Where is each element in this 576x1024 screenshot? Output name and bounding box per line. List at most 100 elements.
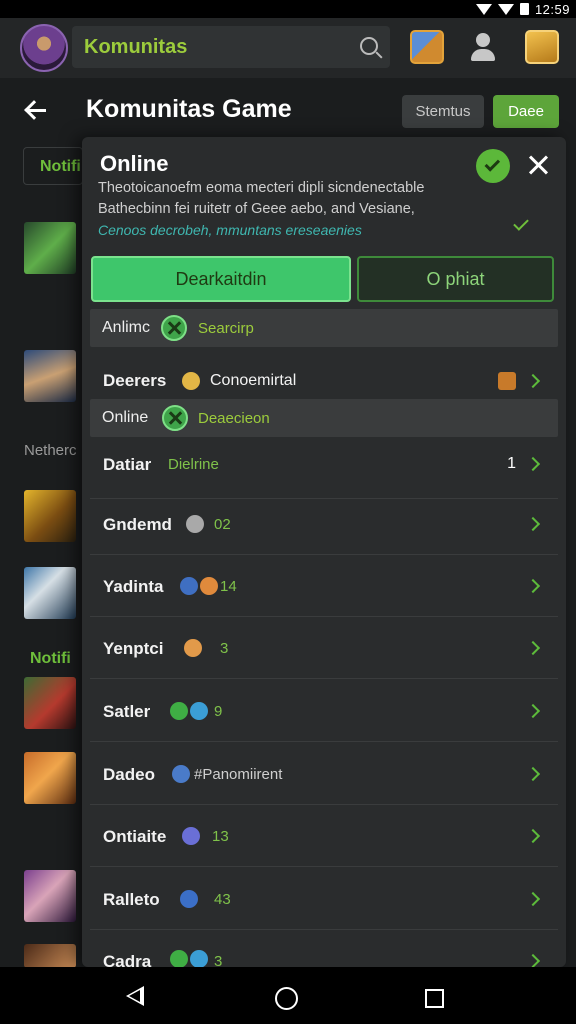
row-label: Gndemd — [103, 515, 172, 534]
row-value: 02 — [214, 516, 231, 533]
row-value: Dielrine — [168, 456, 219, 473]
emoji-icon — [182, 372, 200, 390]
status-bar: 12:59 — [0, 0, 576, 18]
row-icons — [182, 372, 200, 390]
panel-description-line-1: Theotoicanoefm eoma mecteri dipli sicnde… — [98, 180, 425, 196]
row-value: #Panomiirent — [194, 766, 283, 783]
search-icon[interactable] — [360, 37, 378, 55]
check-icon — [513, 215, 529, 231]
dragon-icon — [180, 890, 198, 908]
chevron-right-icon — [525, 703, 541, 719]
row-label: Satler — [103, 702, 151, 721]
row-label: Deerers — [103, 371, 167, 390]
panel-description-line-3[interactable]: Cenoos decrobeh, mmuntans ereseaenies — [98, 222, 362, 238]
page-title: Komunitas Game — [86, 95, 292, 123]
hero-icon — [172, 765, 190, 783]
chevron-right-icon — [525, 891, 541, 907]
feed-section-label: Netherc — [24, 442, 77, 459]
feed-thumbnail[interactable] — [24, 350, 76, 402]
item-icon — [498, 372, 516, 390]
list-item[interactable]: Ralleto 43 — [90, 868, 558, 930]
row-label: Datiar — [103, 455, 152, 474]
coin-icon — [186, 515, 204, 533]
section-header[interactable]: Online Deaecieon — [90, 399, 558, 437]
row-count: 1 — [507, 455, 516, 472]
online-status-icon — [476, 149, 510, 183]
search-bar[interactable]: Komunitas — [72, 26, 390, 68]
shield-icon — [190, 702, 208, 720]
nav-back-icon[interactable] — [126, 986, 144, 1006]
row-icons — [180, 577, 218, 595]
row-value: 3 — [214, 953, 223, 967]
panel-title: Online — [100, 151, 169, 176]
tab-left[interactable]: Dearkaitdin — [91, 256, 351, 302]
section-label: Online — [102, 409, 149, 426]
row-value: 13 — [212, 828, 229, 845]
row-icons — [170, 950, 208, 967]
close-icon[interactable] — [526, 153, 550, 177]
feed-thumbnail[interactable] — [24, 752, 76, 804]
close-badge-icon — [161, 315, 187, 341]
feed-thumbnail[interactable] — [24, 567, 76, 619]
row-icons — [170, 702, 208, 720]
chevron-right-icon — [525, 516, 541, 532]
signal-icon — [475, 3, 492, 15]
nav-recents-icon[interactable] — [425, 989, 444, 1008]
list-item[interactable]: Ontiaite 13 — [90, 805, 558, 867]
list-item[interactable]: Yadinta 14 — [90, 555, 558, 617]
done-button[interactable]: Daee — [493, 95, 559, 128]
list-item[interactable]: Datiar Dielrine 1 — [90, 437, 558, 499]
back-icon[interactable] — [24, 98, 48, 122]
list-item[interactable]: Dadeo #Panomiirent — [90, 743, 558, 805]
section-label: Anlimc — [102, 319, 151, 336]
fox-icon — [184, 639, 202, 657]
gem-icon — [180, 577, 198, 595]
feed-thumbnail[interactable] — [24, 677, 76, 729]
crystal-icon — [182, 827, 200, 845]
section-sub: Searcirp — [198, 320, 254, 337]
section-sub: Deaecieon — [198, 410, 270, 427]
settings-button[interactable]: Stemtus — [402, 95, 484, 128]
row-extra: Conoemirtal — [210, 372, 297, 389]
row-value: 43 — [214, 891, 231, 908]
box-icon[interactable] — [410, 30, 444, 64]
row-label: Ralleto — [103, 890, 160, 909]
chevron-right-icon — [525, 456, 541, 472]
row-icons — [184, 639, 202, 657]
list-item[interactable]: Cadra 3 — [90, 930, 558, 967]
row-label: Ontiaite — [103, 827, 167, 846]
navigation-bar — [0, 967, 576, 1024]
chevron-right-icon — [525, 640, 541, 656]
section-header[interactable]: Anlimc Searcirp — [90, 309, 558, 347]
list-item[interactable]: Satler 9 — [90, 680, 558, 742]
feed-thumbnail[interactable] — [24, 490, 76, 542]
status-icons: 12:59 — [475, 0, 570, 18]
list-item[interactable]: Gndemd 02 — [90, 493, 558, 555]
feed-thumbnail[interactable] — [24, 222, 76, 274]
row-label: Yenptci — [103, 639, 164, 658]
close-badge-icon — [162, 405, 188, 431]
row-label: Cadra — [103, 952, 152, 967]
avatar[interactable] — [20, 24, 68, 72]
list-item[interactable]: Yenptci 3 — [90, 617, 558, 679]
row-icons — [172, 765, 190, 783]
row-icons — [186, 515, 204, 533]
app-bar: Komunitas — [0, 18, 576, 78]
row-icons — [182, 827, 200, 845]
nav-home-icon[interactable] — [275, 987, 298, 1010]
search-text: Komunitas — [84, 36, 188, 58]
online-check-icon — [484, 156, 501, 172]
tab-right[interactable]: O phiat — [357, 256, 554, 302]
wifi-icon — [497, 3, 514, 15]
chevron-right-icon — [525, 578, 541, 594]
chevron-right-icon — [525, 766, 541, 782]
feed-thumbnail[interactable] — [24, 944, 76, 968]
status-time: 12:59 — [534, 1, 570, 17]
profile-icon[interactable] — [467, 30, 499, 64]
feed-thumbnail[interactable] — [24, 870, 76, 922]
notifications-tab[interactable]: Notifi — [23, 147, 83, 185]
fox-icon — [200, 577, 218, 595]
panel-description-line-2: Bathecbinn fei ruitetr of Geee aebo, and… — [98, 201, 415, 217]
chest-icon[interactable] — [525, 30, 559, 64]
row-value: 9 — [214, 703, 223, 720]
